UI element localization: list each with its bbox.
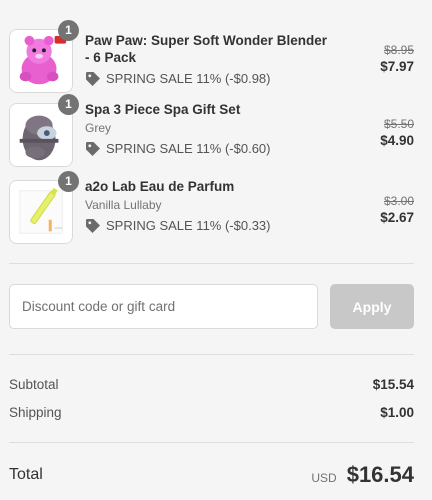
compare-price: $3.00: [383, 194, 414, 208]
total-row: Total USD $16.54: [9, 462, 414, 488]
divider: [9, 354, 414, 355]
product-variant: Vanilla Lullaby: [85, 198, 162, 212]
line-item: 1 Paw Paw: Super Soft Wonder Blender - 6…: [9, 20, 414, 93]
quantity-badge: 1: [58, 94, 79, 115]
line-item: 1 Spa 3 Piece Spa Gift Set Grey SPRING S…: [9, 94, 414, 167]
discount-text: SPRING SALE 11% (-$0.60): [106, 141, 271, 156]
product-name: Spa 3 Piece Spa Gift Set: [85, 102, 241, 117]
shipping-label: Shipping: [9, 405, 62, 420]
currency-code: USD: [311, 471, 337, 485]
total-label: Total: [9, 466, 43, 483]
discount-line: SPRING SALE 11% (-$0.60): [85, 140, 335, 158]
divider: [9, 442, 414, 443]
subtotal-label: Subtotal: [9, 377, 59, 392]
compare-price: $8.95: [383, 43, 414, 57]
product-name: Paw Paw: Super Soft Wonder Blender - 6 P…: [85, 33, 328, 65]
shipping-value: $1.00: [380, 405, 414, 420]
tag-icon: [86, 219, 100, 233]
price: $7.97: [380, 59, 414, 74]
discount-text: SPRING SALE 11% (-$0.33): [106, 218, 271, 233]
discount-code-input[interactable]: [9, 284, 318, 329]
discount-line: SPRING SALE 11% (-$0.98): [85, 70, 335, 88]
discount-line: SPRING SALE 11% (-$0.33): [85, 217, 335, 235]
tag-icon: [86, 72, 100, 86]
discount-code-form: Apply: [9, 284, 414, 329]
compare-price: $5.50: [383, 117, 414, 131]
tag-icon: [86, 142, 100, 156]
discount-text: SPRING SALE 11% (-$0.98): [106, 71, 271, 86]
divider: [9, 263, 414, 264]
price: $4.90: [380, 133, 414, 148]
total-amount: USD $16.54: [311, 462, 414, 488]
subtotal-row: Subtotal $15.54: [9, 377, 414, 392]
shipping-row: Shipping $1.00: [9, 405, 414, 420]
total-value: $16.54: [346, 462, 414, 487]
price: $2.67: [380, 210, 414, 225]
product-variant: Grey: [85, 121, 112, 135]
quantity-badge: 1: [58, 20, 79, 41]
product-name: a2o Lab Eau de Parfum: [85, 179, 235, 194]
apply-button[interactable]: Apply: [330, 284, 414, 329]
quantity-badge: 1: [58, 171, 79, 192]
subtotal-value: $15.54: [372, 377, 414, 392]
line-item: 1 a2o Lab Eau de Parfum Vanilla Lullaby …: [9, 171, 414, 244]
